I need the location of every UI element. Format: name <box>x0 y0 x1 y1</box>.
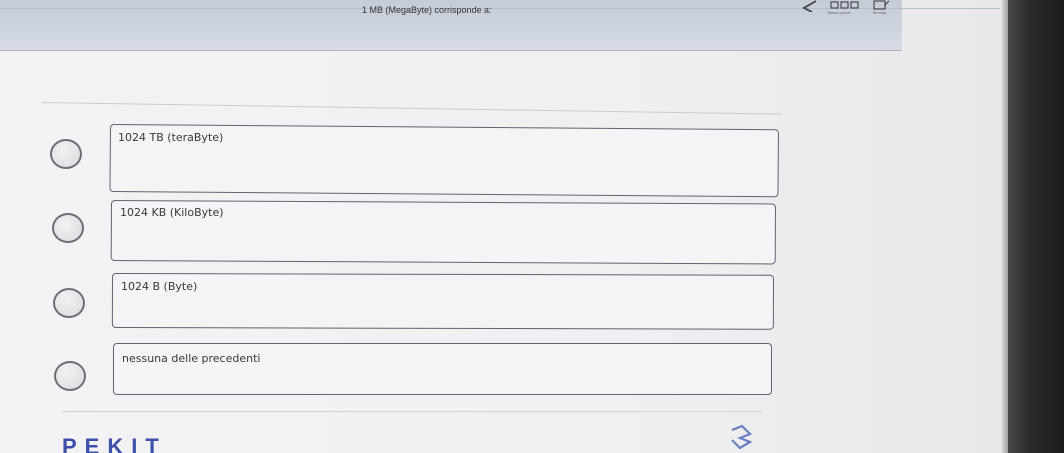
answer-label-4: nessuna delle precedenti <box>122 352 261 365</box>
question-header: 1 MB (MegaByte) corrisponde a: Banco pro… <box>0 0 1000 51</box>
answer-radio-2[interactable] <box>52 213 84 243</box>
answer-box-4[interactable] <box>113 343 772 395</box>
answer-box-3[interactable] <box>111 273 774 330</box>
answer-radio-3[interactable] <box>53 288 85 318</box>
monitor-bezel <box>1008 0 1064 453</box>
answer-label-2: 1024 KB (KiloByte) <box>120 206 224 219</box>
end-test-label[interactable]: Termina <box>872 10 886 15</box>
question-bank-label[interactable]: Banco prove <box>828 10 850 15</box>
certification-logo-icon <box>731 424 753 450</box>
question-bank-icon[interactable] <box>830 0 860 10</box>
end-test-icon[interactable] <box>872 0 890 10</box>
answer-radio-1[interactable] <box>50 139 82 169</box>
divider <box>41 102 782 115</box>
answer-label-1: 1024 TB (teraByte) <box>118 131 224 144</box>
answer-label-3: 1024 B (Byte) <box>121 280 198 293</box>
app-screen: 1 MB (MegaByte) corrisponde a: Banco pro… <box>0 0 1008 453</box>
question-text: 1 MB (MegaByte) corrisponde a: <box>362 5 492 15</box>
back-arrow-icon[interactable] <box>800 0 818 12</box>
brand-logo-text: PEKIT <box>62 434 167 453</box>
answer-radio-4[interactable] <box>54 361 86 391</box>
footer-divider <box>62 411 762 412</box>
